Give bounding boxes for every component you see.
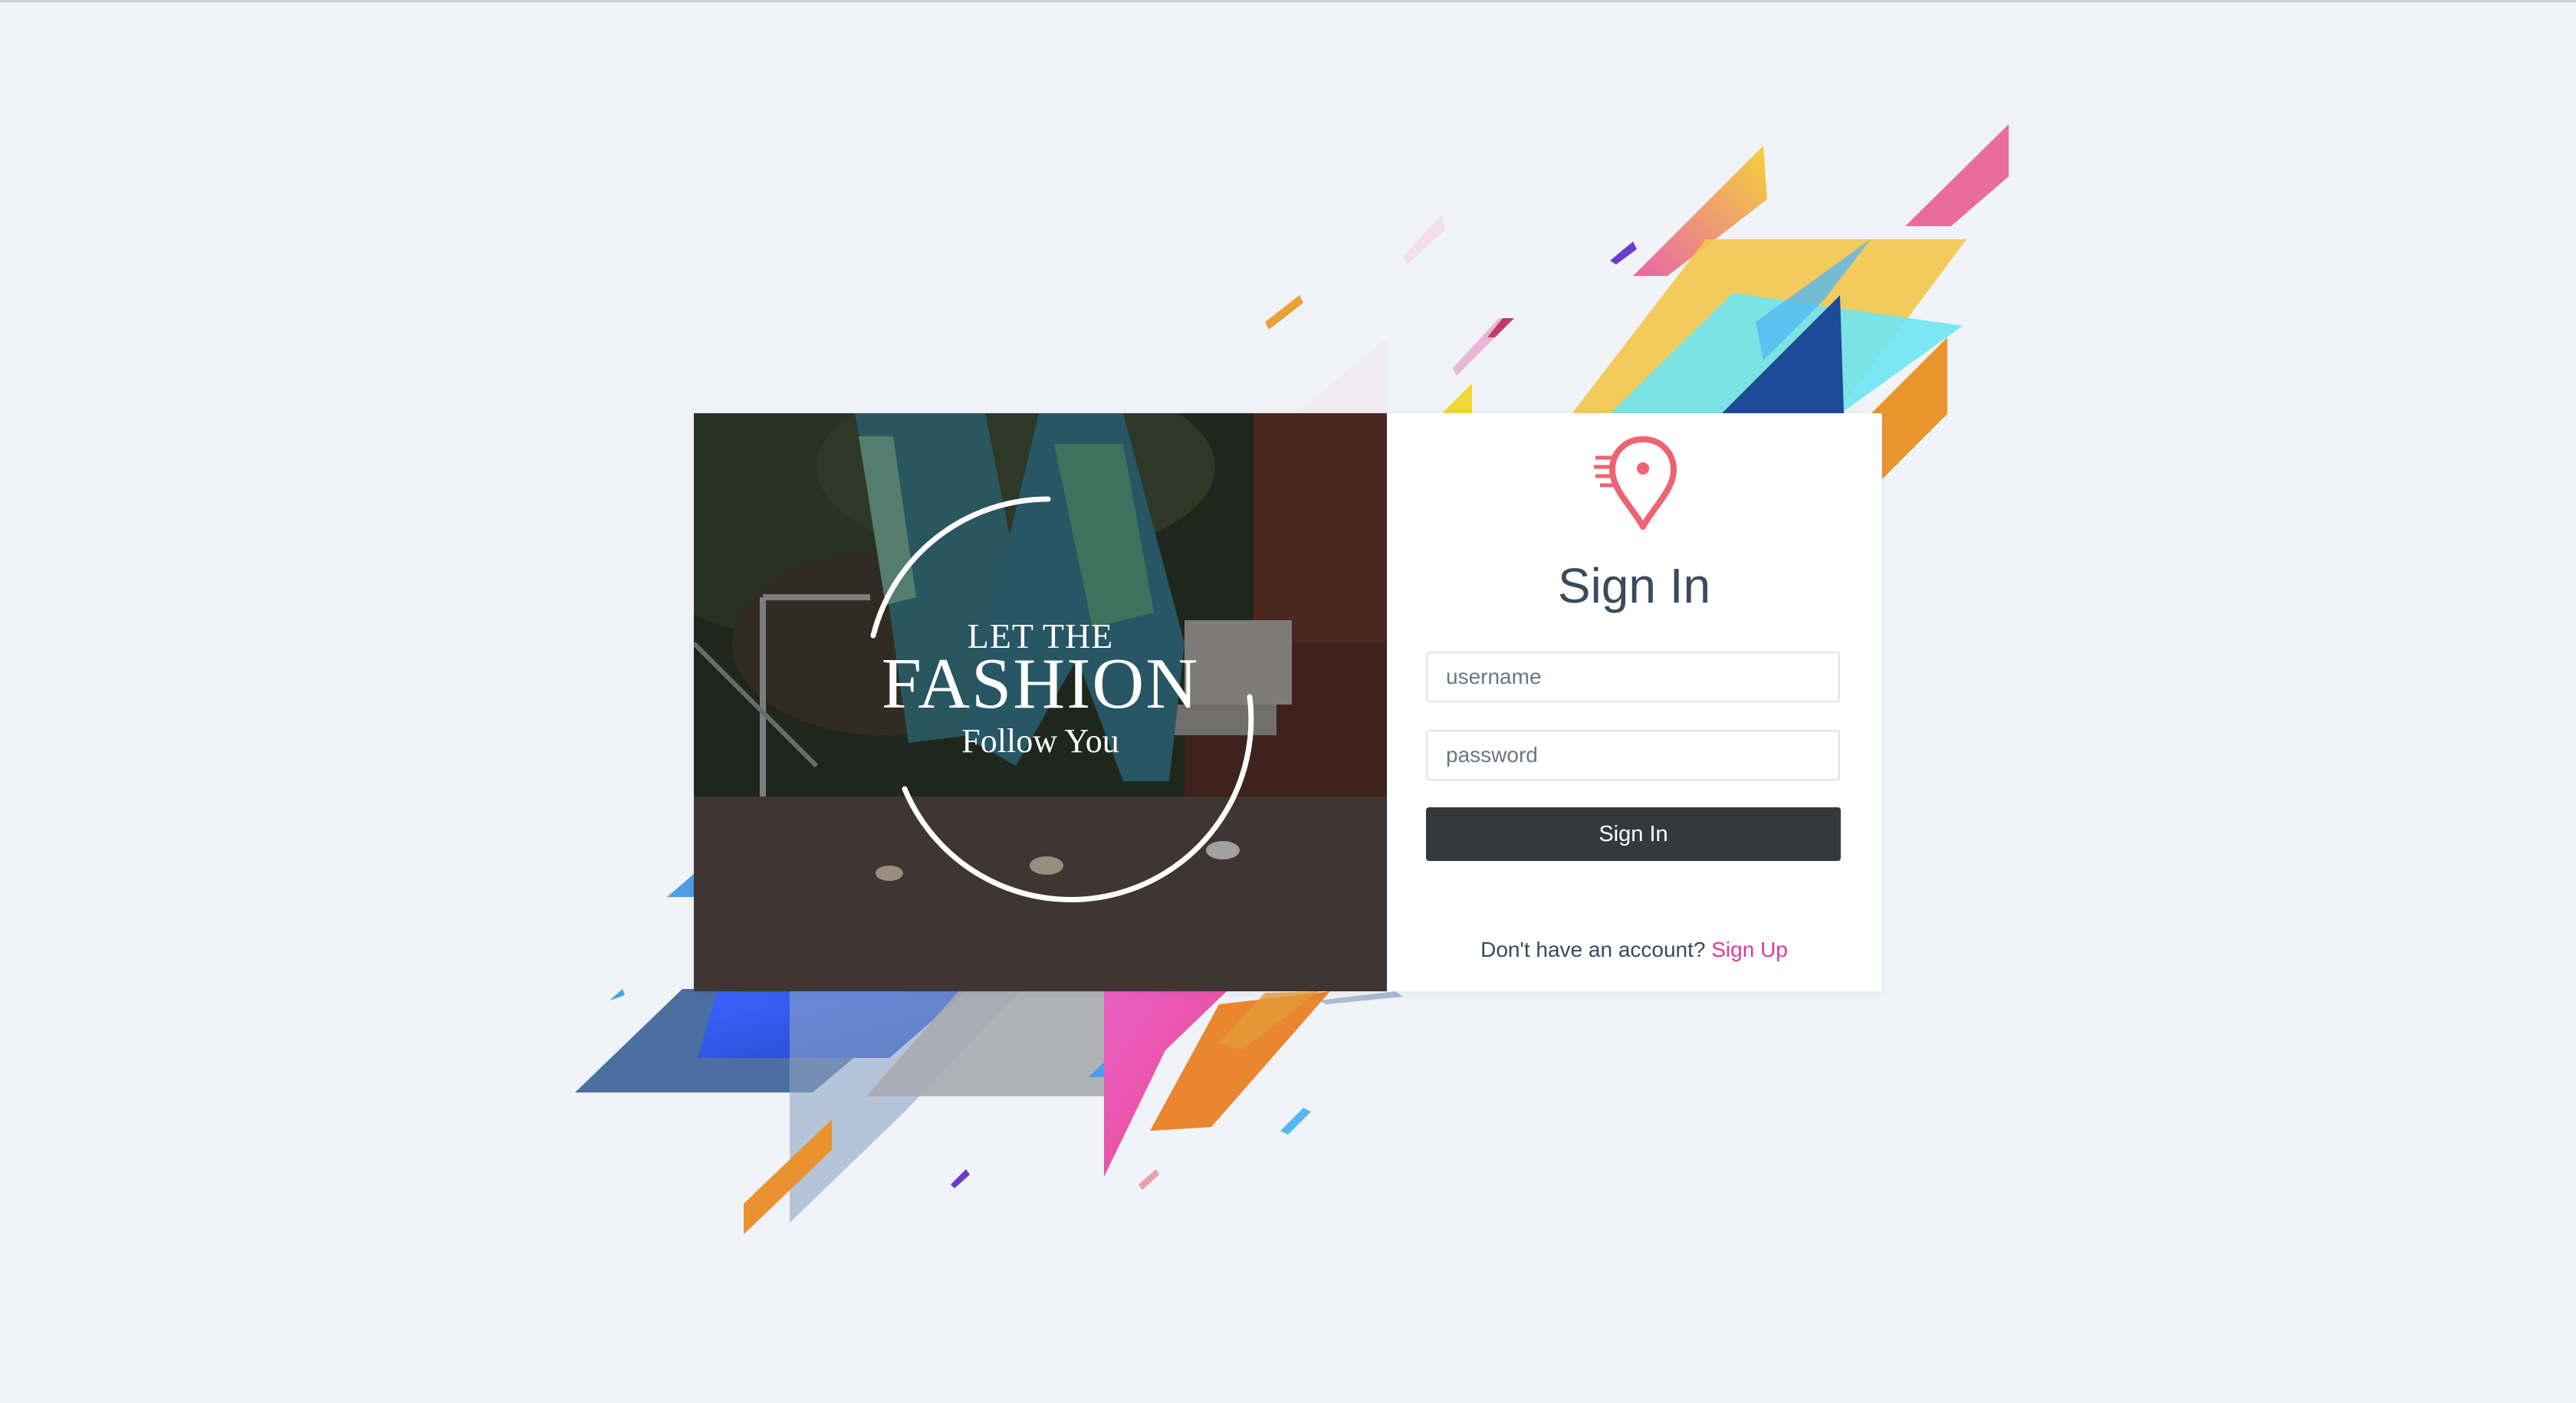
signup-prompt: Don't have an account? Sign Up bbox=[1387, 938, 1881, 962]
location-pin-speed-icon bbox=[1594, 436, 1677, 530]
decor-shape bbox=[1280, 1108, 1311, 1135]
login-card: LET THE FASHION Follow You Sign In Sign … bbox=[694, 413, 1881, 991]
password-input[interactable] bbox=[1426, 730, 1840, 780]
sign-up-link[interactable]: Sign Up bbox=[1711, 938, 1788, 961]
decor-shape bbox=[1138, 1169, 1159, 1190]
page-title: Sign In bbox=[1557, 558, 1711, 613]
decor-shape bbox=[1296, 337, 1388, 414]
decor-shape bbox=[1265, 295, 1303, 330]
login-page: LET THE FASHION Follow You Sign In Sign … bbox=[0, 0, 2576, 1403]
username-input[interactable] bbox=[1426, 652, 1840, 702]
decor-shape bbox=[1403, 215, 1445, 264]
decor-shape bbox=[610, 989, 625, 1001]
sign-in-button[interactable]: Sign In bbox=[1426, 807, 1841, 861]
hero-tagline-line2: FASHION bbox=[881, 644, 1200, 724]
decor-shape bbox=[1319, 991, 1403, 1004]
decor-shape bbox=[1441, 383, 1472, 414]
decor-shape bbox=[1905, 124, 2009, 226]
decor-shape bbox=[667, 874, 694, 897]
signup-prompt-text: Don't have an account? bbox=[1480, 938, 1706, 961]
decor-shape bbox=[1610, 242, 1637, 264]
hero-tagline: LET THE FASHION Follow You bbox=[694, 413, 1387, 991]
hero-image: LET THE FASHION Follow You bbox=[694, 413, 1387, 991]
login-panel: Sign In Sign In Don't have an account? S… bbox=[1387, 413, 1881, 991]
hero-tagline-line3: Follow You bbox=[961, 722, 1119, 760]
decor-shape bbox=[951, 1169, 970, 1188]
